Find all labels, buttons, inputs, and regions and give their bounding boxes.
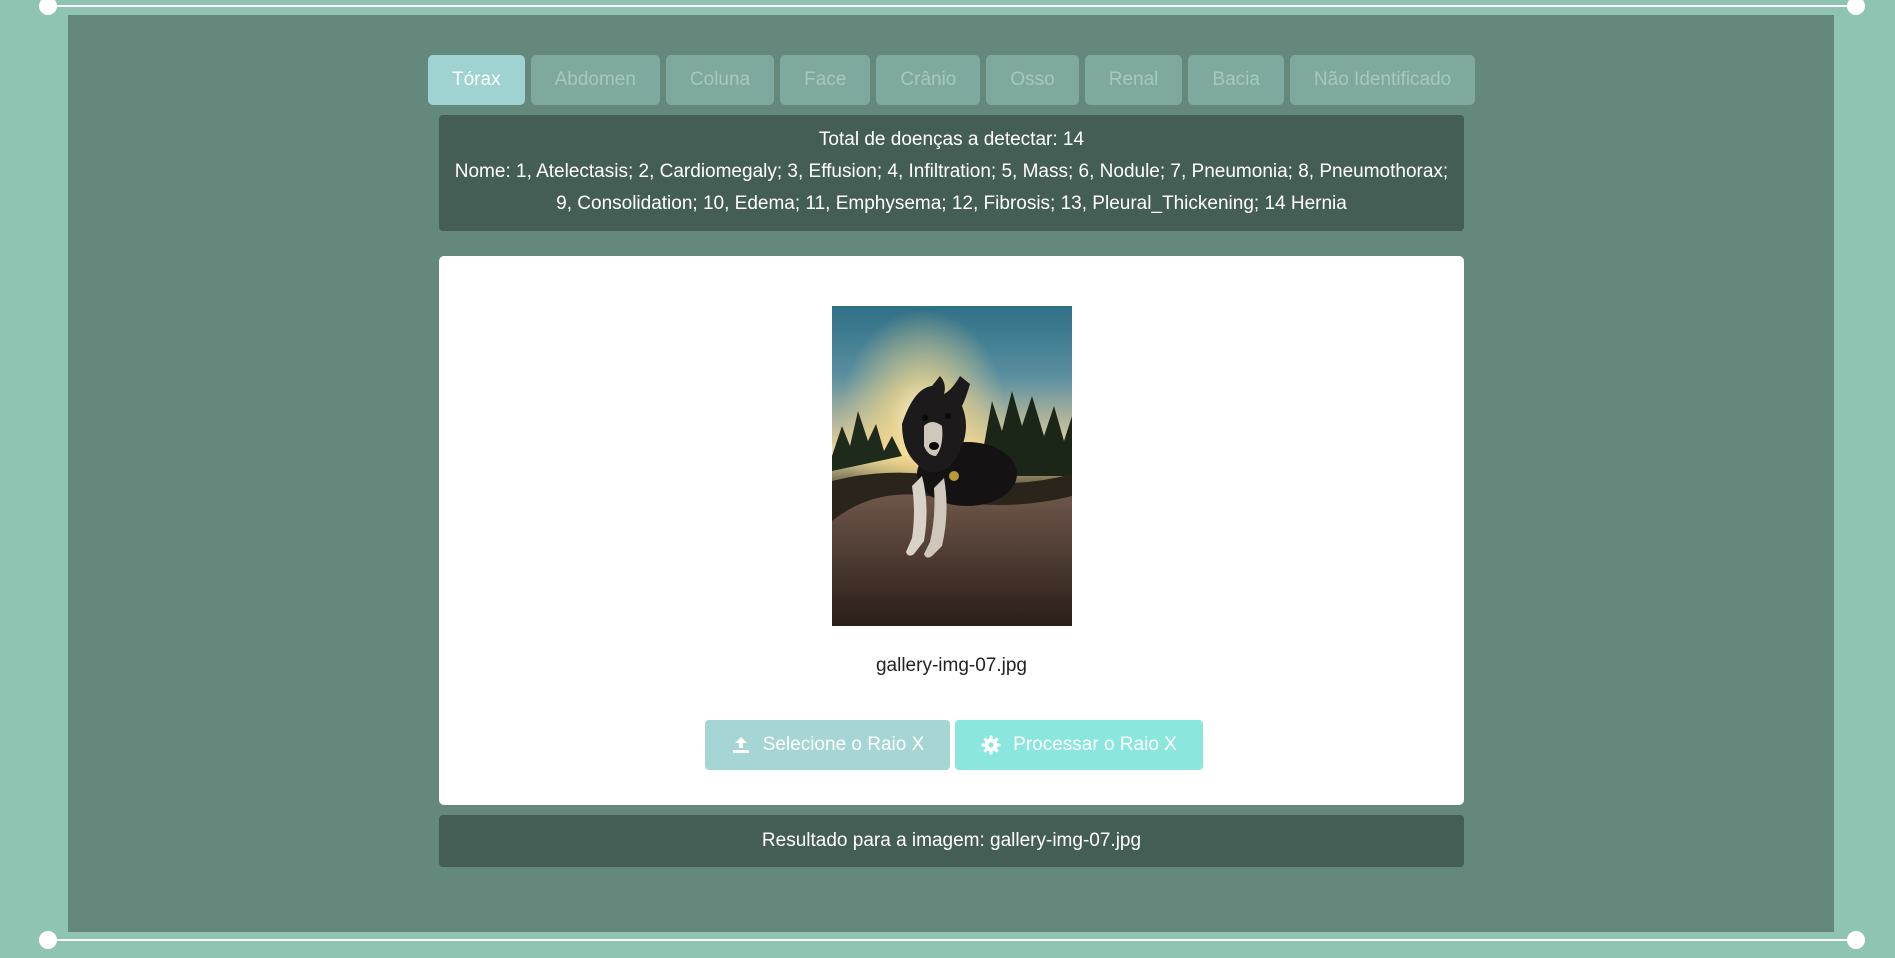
- preview-image: [832, 306, 1072, 626]
- process-xray-button[interactable]: Processar o Raio X: [955, 720, 1203, 770]
- resize-handle-bottom-right[interactable]: [1847, 931, 1865, 949]
- tab-renal[interactable]: Renal: [1084, 55, 1183, 105]
- process-xray-label: Processar o Raio X: [1013, 734, 1177, 755]
- tab-nao-identificado[interactable]: Não Identificado: [1289, 55, 1476, 105]
- tab-bacia[interactable]: Bacia: [1188, 55, 1284, 105]
- frame-bottom-line: [48, 939, 1856, 941]
- gear-icon: [981, 735, 1001, 755]
- result-panel: Resultado para a imagem: gallery-img-07.…: [439, 815, 1464, 867]
- disease-names-line-1: Nome: 1, Atelectasis; 2, Cardiomegaly; 3…: [454, 161, 1449, 182]
- tab-torax[interactable]: Tórax: [428, 55, 525, 105]
- resize-handle-top-left[interactable]: [39, 0, 57, 15]
- tab-osso[interactable]: Osso: [986, 55, 1079, 105]
- select-xray-label: Selecione o Raio X: [762, 734, 925, 755]
- app-stage: Tórax Abdomen Coluna Face Crânio Osso Re…: [68, 15, 1834, 932]
- tab-face[interactable]: Face: [780, 55, 871, 105]
- resize-handle-bottom-left[interactable]: [39, 931, 57, 949]
- resize-handle-top-right[interactable]: [1847, 0, 1865, 15]
- preview-filename: gallery-img-07.jpg: [875, 655, 1027, 676]
- upload-card: gallery-img-07.jpg Selecione o Raio X Pr…: [439, 256, 1464, 805]
- tab-cranio[interactable]: Crânio: [876, 55, 981, 105]
- disease-info-panel: Total de doenças a detectar: 14 Nome: 1,…: [439, 115, 1464, 231]
- upload-icon: [731, 735, 751, 755]
- result-text: Resultado para a imagem: gallery-img-07.…: [761, 830, 1142, 851]
- tab-coluna[interactable]: Coluna: [665, 55, 775, 105]
- disease-names-line-2: 9, Consolidation; 10, Edema; 11, Emphyse…: [556, 193, 1347, 214]
- body-region-tabs: Tórax Abdomen Coluna Face Crânio Osso Re…: [428, 55, 1476, 105]
- frame-top-line: [48, 5, 1856, 7]
- select-xray-button[interactable]: Selecione o Raio X: [705, 720, 950, 770]
- tab-abdomen[interactable]: Abdomen: [530, 55, 660, 105]
- total-diseases-text: Total de doenças a detectar: 14: [818, 129, 1085, 150]
